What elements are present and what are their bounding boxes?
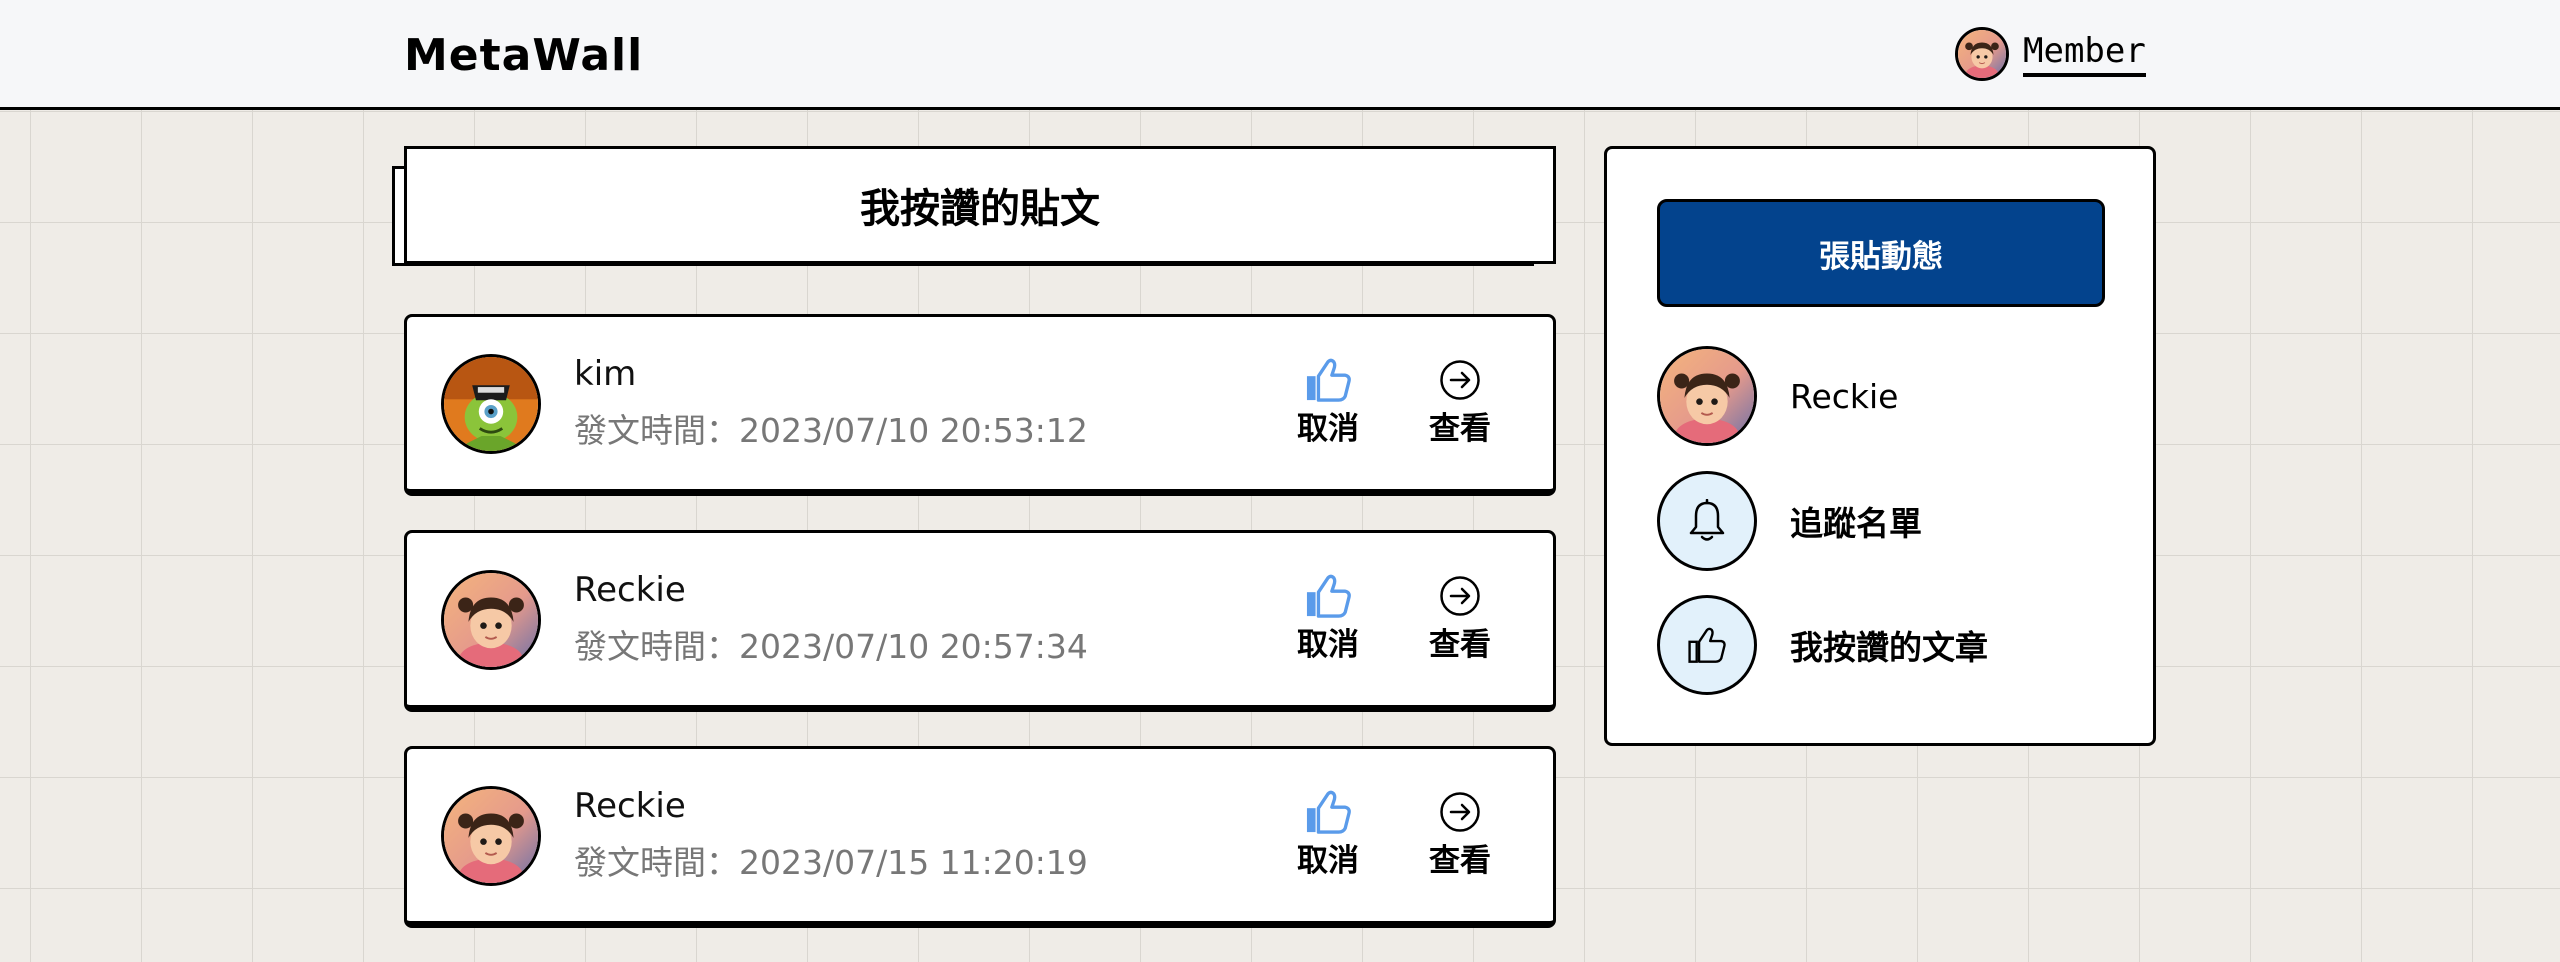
author-avatar[interactable] xyxy=(441,354,541,454)
view-post-button[interactable]: 查看 xyxy=(1415,571,1505,667)
liked-post-card: Reckie 發文時間：2023/07/15 11:20:19 取消 查看 xyxy=(404,746,1556,928)
liked-post-card: kim 發文時間：2023/07/10 20:53:12 取消 查看 xyxy=(404,314,1556,496)
view-post-button[interactable]: 查看 xyxy=(1415,787,1505,883)
thumbs-up-icon xyxy=(1305,355,1351,405)
profile-avatar xyxy=(1657,346,1757,446)
liked-post-card: Reckie 發文時間：2023/07/10 20:57:34 取消 查看 xyxy=(404,530,1556,712)
post-time: 發文時間：2023/07/15 11:20:19 xyxy=(574,843,1088,882)
unlike-button[interactable]: 取消 xyxy=(1283,571,1373,667)
page-title-card: 我按讚的貼文 xyxy=(392,146,1558,276)
view-post-button[interactable]: 查看 xyxy=(1415,355,1505,451)
arrow-right-circle-icon xyxy=(1439,787,1481,837)
post-author-name[interactable]: Reckie xyxy=(574,568,686,612)
view-label: 查看 xyxy=(1429,411,1491,447)
create-post-button[interactable]: 張貼動態 xyxy=(1657,199,2105,307)
sidebar-item-profile[interactable]: Reckie xyxy=(1657,346,2117,446)
member-link[interactable]: Member xyxy=(2023,31,2146,77)
top-navbar: MetaWall Member xyxy=(0,0,2560,110)
sidebar-item-following[interactable]: 追蹤名單 xyxy=(1657,471,2117,571)
unlike-label: 取消 xyxy=(1297,627,1359,663)
bell-icon xyxy=(1657,471,1757,571)
member-avatar[interactable] xyxy=(1955,27,2009,81)
post-time: 發文時間：2023/07/10 20:57:34 xyxy=(574,627,1088,666)
member-menu[interactable]: Member xyxy=(1955,24,2146,84)
sidebar: 張貼動態 Reckie 追蹤名單 我按讚的文章 xyxy=(1604,146,2156,746)
author-avatar[interactable] xyxy=(441,786,541,886)
arrow-right-circle-icon xyxy=(1439,355,1481,405)
unlike-label: 取消 xyxy=(1297,411,1359,447)
liked-posts-list: kim 發文時間：2023/07/10 20:53:12 取消 查看 Recki… xyxy=(404,314,1556,962)
unlike-button[interactable]: 取消 xyxy=(1283,355,1373,451)
post-author-name[interactable]: kim xyxy=(574,352,636,396)
thumbs-up-icon xyxy=(1305,787,1351,837)
view-label: 查看 xyxy=(1429,627,1491,663)
thumbs-up-icon xyxy=(1305,571,1351,621)
author-avatar[interactable] xyxy=(441,570,541,670)
arrow-right-circle-icon xyxy=(1439,571,1481,621)
view-label: 查看 xyxy=(1429,843,1491,879)
sidebar-item-label: 追蹤名單 xyxy=(1790,504,1922,543)
post-author-name[interactable]: Reckie xyxy=(574,784,686,828)
post-time: 發文時間：2023/07/10 20:53:12 xyxy=(574,411,1088,450)
brand-logo[interactable]: MetaWall xyxy=(404,22,643,90)
page-title: 我按讚的貼文 xyxy=(404,146,1556,264)
sidebar-item-label: 我按讚的文章 xyxy=(1790,628,1988,667)
unlike-button[interactable]: 取消 xyxy=(1283,787,1373,883)
sidebar-item-liked-posts[interactable]: 我按讚的文章 xyxy=(1657,595,2117,695)
sidebar-item-label: Reckie xyxy=(1790,376,1899,416)
unlike-label: 取消 xyxy=(1297,843,1359,879)
thumbs-up-icon xyxy=(1657,595,1757,695)
